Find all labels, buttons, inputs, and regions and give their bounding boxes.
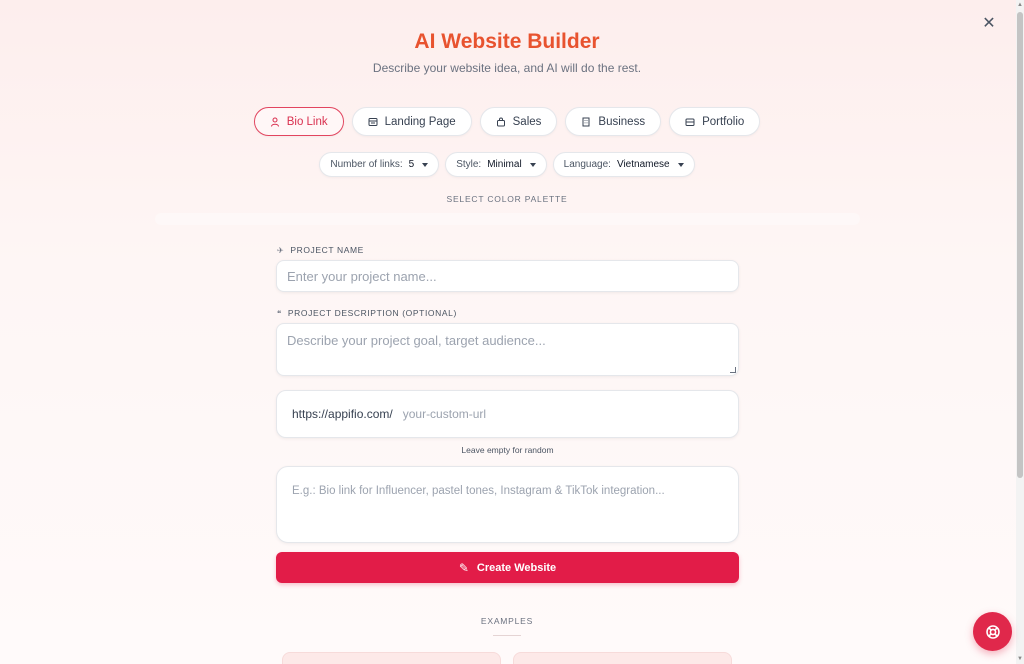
- create-website-button[interactable]: ✎ Create Website: [276, 552, 739, 583]
- options-row: Number of links: 5 Style: Minimal Langua…: [0, 152, 1014, 177]
- style-value: Minimal: [487, 159, 522, 170]
- building-icon: [581, 117, 591, 127]
- examples-label: EXAMPLES: [480, 616, 534, 626]
- project-description-textarea[interactable]: Describe your project goal, target audie…: [276, 323, 739, 376]
- links-count-value: 5: [408, 159, 415, 170]
- scrollbar-thumb[interactable]: [1017, 12, 1023, 478]
- language-label: Language:: [563, 159, 611, 170]
- project-description-label-text: PROJECT DESCRIPTION (OPTIONAL): [287, 308, 457, 318]
- project-description-label: ❝ PROJECT DESCRIPTION (OPTIONAL): [277, 308, 457, 318]
- scroll-down-icon[interactable]: ▼: [1017, 656, 1023, 662]
- type-label: Sales: [512, 115, 542, 128]
- type-sales[interactable]: Sales: [479, 107, 558, 136]
- project-name-label-text: PROJECT NAME: [290, 245, 364, 255]
- help-lifebuoy-icon[interactable]: [973, 612, 1012, 651]
- scroll-up-icon[interactable]: ▲: [1017, 2, 1023, 8]
- style-dropdown[interactable]: Style: Minimal: [445, 152, 547, 177]
- type-label: Business: [598, 115, 646, 128]
- type-portfolio[interactable]: Portfolio: [669, 107, 761, 136]
- divider: [493, 635, 521, 636]
- user-icon: [270, 117, 280, 127]
- type-label: Portfolio: [702, 115, 745, 128]
- project-name-label: ✈ PROJECT NAME: [277, 245, 364, 255]
- palette-label: SELECT COLOR PALETTE: [446, 194, 568, 204]
- links-count-label: Number of links:: [330, 159, 403, 170]
- type-label: Landing Page: [384, 115, 456, 128]
- example-card[interactable]: [282, 652, 501, 664]
- bag-icon: [496, 117, 506, 127]
- color-palette-strip[interactable]: [155, 213, 860, 225]
- pencil-icon: ✎: [458, 560, 469, 575]
- custom-url-field[interactable]: https://appifio.com/ your-custom-url: [276, 390, 739, 438]
- create-website-label: Create Website: [476, 561, 557, 574]
- project-description-placeholder: Describe your project goal, target audie…: [287, 333, 546, 348]
- url-prefix: https://appifio.com/: [292, 407, 393, 421]
- quote-icon: ❝: [277, 308, 282, 318]
- example-card[interactable]: [513, 652, 732, 664]
- type-label: Bio Link: [286, 115, 328, 128]
- links-count-dropdown[interactable]: Number of links: 5: [319, 152, 440, 177]
- caret-down-icon: [422, 162, 429, 167]
- page-title: AI Website Builder: [414, 30, 600, 53]
- type-bio-link[interactable]: Bio Link: [253, 107, 344, 136]
- caret-down-icon: [529, 162, 536, 167]
- rocket-icon: ✈: [277, 245, 285, 255]
- type-business[interactable]: Business: [565, 107, 662, 136]
- prompt-textarea[interactable]: E.g.: Bio link for Influencer, pastel to…: [276, 466, 739, 543]
- url-hint: Leave empty for random: [461, 445, 554, 455]
- language-value: Vietnamese: [616, 159, 670, 170]
- portfolio-icon: [685, 117, 695, 127]
- style-label: Style:: [456, 159, 482, 170]
- project-name-input[interactable]: Enter your project name...: [276, 260, 739, 292]
- resize-handle-icon[interactable]: [730, 367, 736, 373]
- scrollbar[interactable]: ▲ ▼: [1016, 0, 1024, 664]
- language-dropdown[interactable]: Language: Vietnamese: [552, 152, 695, 177]
- page-subtitle: Describe your website idea, and AI will …: [372, 61, 642, 75]
- layout-icon: [368, 117, 378, 127]
- type-landing-page[interactable]: Landing Page: [351, 107, 472, 136]
- website-type-selector: Bio Link Landing Page Sales Business Por…: [0, 107, 1014, 136]
- caret-down-icon: [677, 162, 684, 167]
- custom-url-input[interactable]: your-custom-url: [403, 407, 486, 421]
